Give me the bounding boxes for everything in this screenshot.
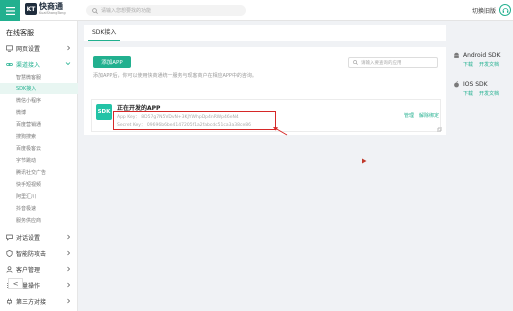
app-card: SDK 正在开发的APP App Key： 8D57g7N5VDvN+3KJYW…	[91, 99, 442, 132]
search-icon	[353, 60, 358, 65]
chevron-right-icon	[67, 250, 71, 256]
add-app-description: 添加APP后，你可以使用快商通统一服务与现客商户在相应APP中的咨询。	[93, 73, 257, 79]
search-icon	[92, 7, 98, 14]
sdk-app-icon: SDK	[96, 104, 112, 120]
chevron-right-icon	[67, 298, 71, 304]
android-sdk-entry: Android SDK 下载 开发文档	[453, 52, 511, 68]
sidebar: 在线客服 网页设置 渠道接入 智慧微客服 SDK接入 微信小程序 微博 百度营销…	[0, 21, 78, 311]
link-icon	[6, 63, 13, 66]
shield-icon	[6, 250, 13, 257]
switch-old-version-link[interactable]: 切换旧版	[472, 6, 496, 15]
menu-toggle-button[interactable]	[0, 0, 20, 21]
breadcrumb: SDK接入	[84, 25, 446, 41]
sidebar-item-web-settings[interactable]: 网页设置	[0, 42, 78, 55]
logo: KT 快商通 KuaiShangTong	[25, 3, 66, 16]
sidebar-subitem-kuaishou[interactable]: 快手短视频	[0, 179, 78, 190]
chevron-right-icon	[67, 45, 71, 51]
sidebar-item-label: 客户管理	[16, 267, 41, 274]
android-icon	[454, 52, 459, 58]
sidebar-title: 在线客服	[6, 29, 34, 37]
app-keys-highlight: App Key： 8D57g7N5VDvN+3KJYWhpDp4nRWp46eN…	[113, 111, 276, 130]
chevron-right-icon	[67, 266, 71, 272]
sidebar-item-label: 渠道接入	[16, 62, 41, 69]
ios-sdk-title: IOS SDK	[463, 81, 488, 88]
ios-sdk-entry: IOS SDK 下载 开发文档	[453, 81, 511, 97]
chevron-right-icon	[67, 282, 71, 288]
sidebar-subitem-baidu-marketing[interactable]: 百度营销通	[0, 119, 78, 130]
service-icon[interactable]	[499, 4, 511, 16]
top-bar: KT 快商通 KuaiShangTong 请输入您想要找的功能 切换旧版	[0, 0, 513, 21]
sidebar-item-chat-settings[interactable]: 对话设置	[0, 231, 78, 244]
user-icon	[6, 266, 13, 273]
logo-mark: KT	[25, 3, 37, 16]
app-actions: 管理 解除绑定	[404, 112, 439, 119]
monitor-icon	[6, 45, 13, 52]
unbind-link[interactable]: 解除绑定	[419, 112, 439, 119]
tab-sdk-access[interactable]: SDK接入	[88, 25, 121, 41]
app-search-input[interactable]: 请输入要查询的应用	[348, 57, 438, 68]
app-key: App Key： 8D57g7N5VDvN+3KJYWhpDp4nRWp46eN…	[117, 115, 239, 120]
pointer-marker-icon	[362, 158, 367, 164]
secret-key: Secret Key： 09696b6be4147205f1a2fabcdc51…	[117, 123, 251, 128]
chevron-right-icon	[67, 234, 71, 240]
sidebar-subitem-service-provider[interactable]: 服务供应商	[0, 215, 78, 226]
sidebar-subitem-wechat-mini-program[interactable]: 微信小程序	[0, 95, 78, 106]
sidebar-subitem-smart-micro-service[interactable]: 智慧微客服	[0, 72, 78, 83]
sidebar-item-label: 对话设置	[16, 235, 41, 242]
sidebar-subitem-tencent-ads[interactable]: 腾讯社交广告	[0, 167, 78, 178]
android-download-link[interactable]: 下载	[463, 61, 473, 68]
sdk-panel: 添加APP 添加APP后，你可以使用快商通统一服务与现客商户在相应APP中的咨询…	[84, 47, 446, 135]
apple-icon	[454, 81, 459, 88]
search-placeholder: 请输入您想要找的功能	[101, 8, 152, 14]
plug-icon	[7, 298, 12, 305]
sidebar-item-label: 第三方对接	[16, 299, 47, 306]
sidebar-item-label: 网页设置	[16, 46, 41, 53]
sidebar-collapse-button[interactable]: <	[8, 278, 23, 289]
sidebar-subitem-weibo[interactable]: 微博	[0, 107, 78, 118]
app-search-placeholder: 请输入要查询的应用	[361, 60, 402, 66]
sidebar-subitem-sogou-search[interactable]: 搜狗搜索	[0, 131, 78, 142]
sidebar-item-channel-access[interactable]: 渠道接入	[0, 58, 78, 71]
logo-subtitle: KuaiShangTong	[39, 11, 66, 15]
sidebar-item-third-party[interactable]: 第三方对接	[0, 295, 78, 308]
annotation-arrow-icon	[273, 127, 288, 136]
add-app-button[interactable]: 添加APP	[93, 56, 131, 68]
android-sdk-title: Android SDK	[463, 52, 501, 59]
sidebar-subitem-ali-huichuan[interactable]: 阿里汇川	[0, 191, 78, 202]
chat-icon	[6, 234, 13, 241]
android-docs-link[interactable]: 开发文档	[479, 61, 499, 68]
sidebar-subitem-douyin-lite[interactable]: 抖音极速	[0, 203, 78, 214]
manage-link[interactable]: 管理	[404, 112, 414, 119]
sidebar-item-label: 智能防攻击	[16, 251, 47, 258]
sidebar-subitem-baidu-geek-cloud[interactable]: 百度极客云	[0, 143, 78, 154]
sidebar-item-customer-management[interactable]: 客户管理	[0, 263, 78, 276]
copy-icon[interactable]	[437, 127, 442, 132]
sidebar-subitem-bytedance[interactable]: 字节跳动	[0, 155, 78, 166]
ios-download-link[interactable]: 下载	[463, 90, 473, 97]
logo-name: 快商通	[39, 2, 63, 11]
global-search-input[interactable]: 请输入您想要找的功能	[86, 5, 246, 16]
chevron-down-icon	[65, 62, 71, 66]
hamburger-icon	[5, 6, 15, 15]
ios-docs-link[interactable]: 开发文档	[479, 90, 499, 97]
sidebar-subitem-sdk-access[interactable]: SDK接入	[0, 83, 78, 94]
headset-icon	[502, 7, 508, 13]
sidebar-item-anti-attack[interactable]: 智能防攻击	[0, 247, 78, 260]
